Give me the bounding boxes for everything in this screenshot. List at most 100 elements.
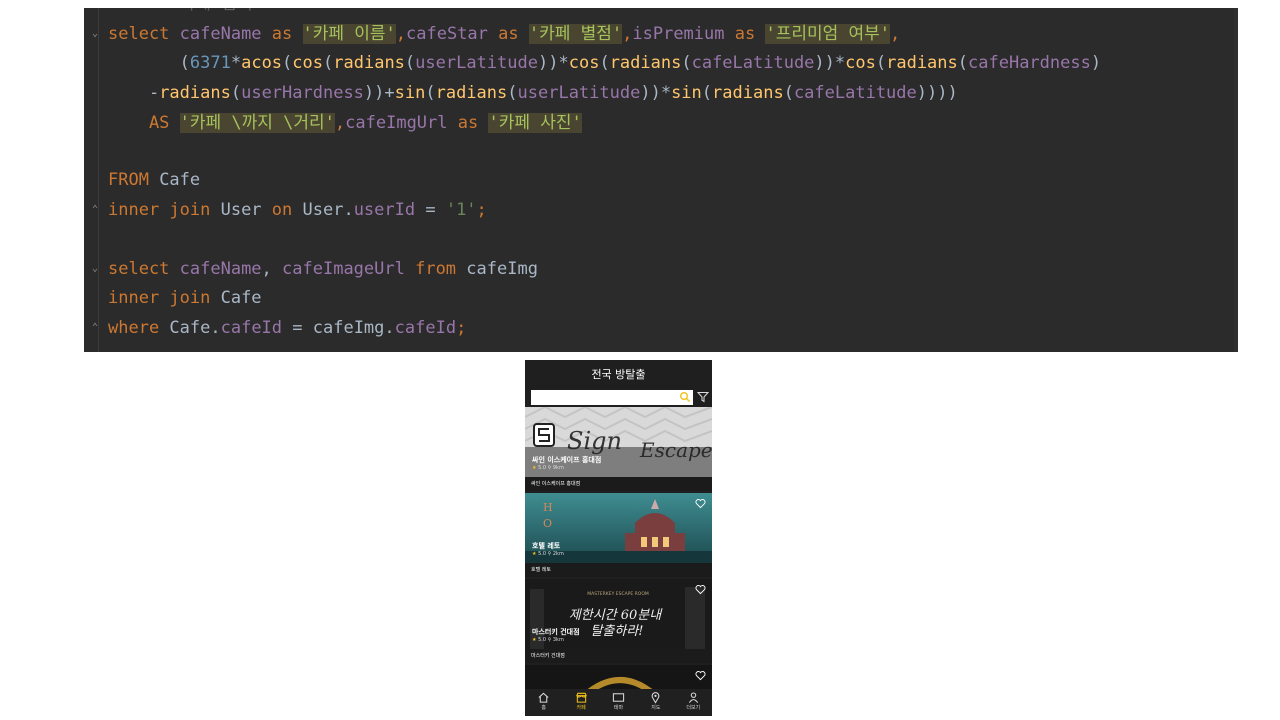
code-token: , <box>334 113 346 133</box>
cafe-footer: 호텔 레토 <box>525 563 712 577</box>
code-token: inner join <box>108 200 221 220</box>
nav-more[interactable]: 더보기 <box>678 691 708 711</box>
cafe-title: 호텔 레토 <box>532 542 561 550</box>
code-token: userId <box>353 200 416 220</box>
filter-icon[interactable] <box>697 391 709 403</box>
code-token: radians <box>609 53 682 73</box>
heart-icon[interactable] <box>695 498 706 509</box>
nav-theme-label: 테마 <box>613 705 624 711</box>
code-line[interactable]: -- 카페 검색 <box>108 8 253 16</box>
cafe-footer: 마스터키 건대점 <box>525 649 712 663</box>
code-area[interactable]: -- 카페 검색 select cafeName as '카페 이름',cafeS… <box>84 8 1238 352</box>
code-line[interactable]: -radians(userHardness))+sin(radians(user… <box>108 81 958 105</box>
search-input[interactable] <box>531 389 693 405</box>
code-token: FROM <box>108 170 160 190</box>
nav-home[interactable]: 홈 <box>529 691 559 711</box>
fold-marker-icon[interactable]: ⌄ <box>92 263 102 275</box>
code-token: , <box>890 24 901 44</box>
code-token: ( <box>404 53 416 73</box>
code-token: cafeImageUrl <box>282 259 416 279</box>
code-token: ( <box>108 53 190 73</box>
code-token: ; <box>476 200 487 220</box>
code-token: cafeLatitude <box>691 53 815 73</box>
nav-map-label: 지도 <box>651 705 661 711</box>
code-token: on <box>271 200 303 220</box>
star-icon: ★ <box>532 551 537 557</box>
code-token: radians <box>712 83 784 103</box>
code-line[interactable]: inner join User on User.userId = '1'; <box>108 198 487 222</box>
code-token: * <box>230 53 242 73</box>
search-icon[interactable] <box>679 391 691 403</box>
code-line[interactable]: where Cafe.cafeId = cafeImg.cafeId; <box>108 316 466 340</box>
cafe-distance: 3km <box>552 637 564 643</box>
code-token: ( <box>783 83 794 103</box>
nav-cafe[interactable]: 카페 <box>566 691 596 711</box>
code-line[interactable]: AS '카페 \까지 \거리',cafeImgUrl as '카페 사진' <box>108 111 582 135</box>
code-token: cafeName <box>179 259 262 279</box>
code-token: where <box>108 318 170 338</box>
code-token: - <box>108 83 160 103</box>
phone-screen: 전국 방탈출 Sign Escape 싸인 이스케이프 홍대점 ★ 5.0 ⚲ … <box>525 360 712 716</box>
code-token: sin <box>671 83 702 103</box>
cafe-card[interactable]: H O 호텔 레토 ★ 5.0 ⚲ 2km 호텔 레토 <box>525 493 712 577</box>
code-token: ( <box>425 83 436 103</box>
code-token: ( <box>957 53 969 73</box>
cafe-list: Sign Escape 싸인 이스케이프 홍대점 ★ 5.0 ⚲ 9km 싸인 … <box>525 407 712 716</box>
heart-icon[interactable] <box>695 670 706 681</box>
fold-marker-icon[interactable]: ⌃ <box>92 322 102 334</box>
nav-home-label: 홈 <box>541 705 546 711</box>
cafe-card[interactable]: Sign Escape 싸인 이스케이프 홍대점 ★ 5.0 ⚲ 9km 싸인 … <box>525 407 712 491</box>
code-token: sin <box>394 83 426 103</box>
code-line[interactable]: select cafeName, cafeImageUrl from cafeI… <box>108 257 538 281</box>
heart-icon[interactable] <box>695 584 706 595</box>
code-token: radians <box>159 83 231 103</box>
code-token: ( <box>323 53 334 73</box>
fold-marker-icon[interactable]: ⌃ <box>92 204 102 216</box>
code-line[interactable]: inner join Cafe <box>108 286 262 310</box>
code-line[interactable]: (6371*acos(cos(radians(userLatitude))*co… <box>108 51 1101 75</box>
search-row <box>525 388 712 406</box>
cafe-footer: 싸인 이스케이프 홍대점 <box>525 477 712 491</box>
code-token: = <box>415 200 446 220</box>
cafe-rating: 5.0 <box>538 465 547 471</box>
code-token: '카페 \까지 \거리' <box>179 113 335 133</box>
nav-map[interactable]: 지도 <box>641 691 671 711</box>
code-line[interactable]: select cafeName as '카페 이름',cafeStar as '… <box>108 22 900 46</box>
code-token: , <box>622 24 633 44</box>
code-token: ( <box>681 53 692 73</box>
code-token: = <box>282 318 313 338</box>
cafe-rating: 5.0 <box>538 551 547 557</box>
cafe-rating: 5.0 <box>538 637 547 643</box>
code-token: as <box>457 113 489 133</box>
cafe-card[interactable]: MASTERKEY ESCAPE ROOM 제한시간 60분내 탈출하라! 마스… <box>525 579 712 663</box>
code-token: from <box>415 259 467 279</box>
code-editor[interactable]: -- 카페 검색 select cafeName as '카페 이름',cafeS… <box>84 8 1238 352</box>
code-token: '카페 사진' <box>488 113 582 133</box>
nav-cafe-label: 카페 <box>576 705 586 711</box>
code-token: Cafe <box>159 170 201 190</box>
code-token: ))* <box>538 53 569 73</box>
code-token: Cafe. <box>169 318 221 338</box>
fold-marker-icon[interactable]: ⌄ <box>92 28 102 40</box>
code-token: ( <box>507 83 518 103</box>
theme-icon <box>612 693 625 702</box>
code-token: User. <box>302 200 354 220</box>
code-token: userLatitude <box>517 83 641 103</box>
code-token: cos <box>292 53 324 73</box>
code-line[interactable]: FROM Cafe <box>108 168 200 192</box>
code-token: ( <box>701 83 713 103</box>
code-token: '카페 별점' <box>528 24 623 44</box>
person-icon <box>688 692 698 703</box>
nav-theme[interactable]: 테마 <box>603 691 633 711</box>
code-token: cos <box>845 53 876 73</box>
code-token: )))) <box>916 83 958 103</box>
cafe-distance: 2km <box>552 551 564 557</box>
cafe-meta: ★ 5.0 ⚲ 2km <box>532 551 564 557</box>
code-token: cafeName <box>179 24 272 44</box>
code-token: as <box>734 24 766 44</box>
code-token: , <box>395 24 407 44</box>
editor-scrollbar[interactable] <box>1234 8 1238 352</box>
cafe-meta: ★ 5.0 ⚲ 3km <box>532 637 564 643</box>
code-token: , <box>261 259 283 279</box>
map-pin-icon <box>652 692 660 704</box>
